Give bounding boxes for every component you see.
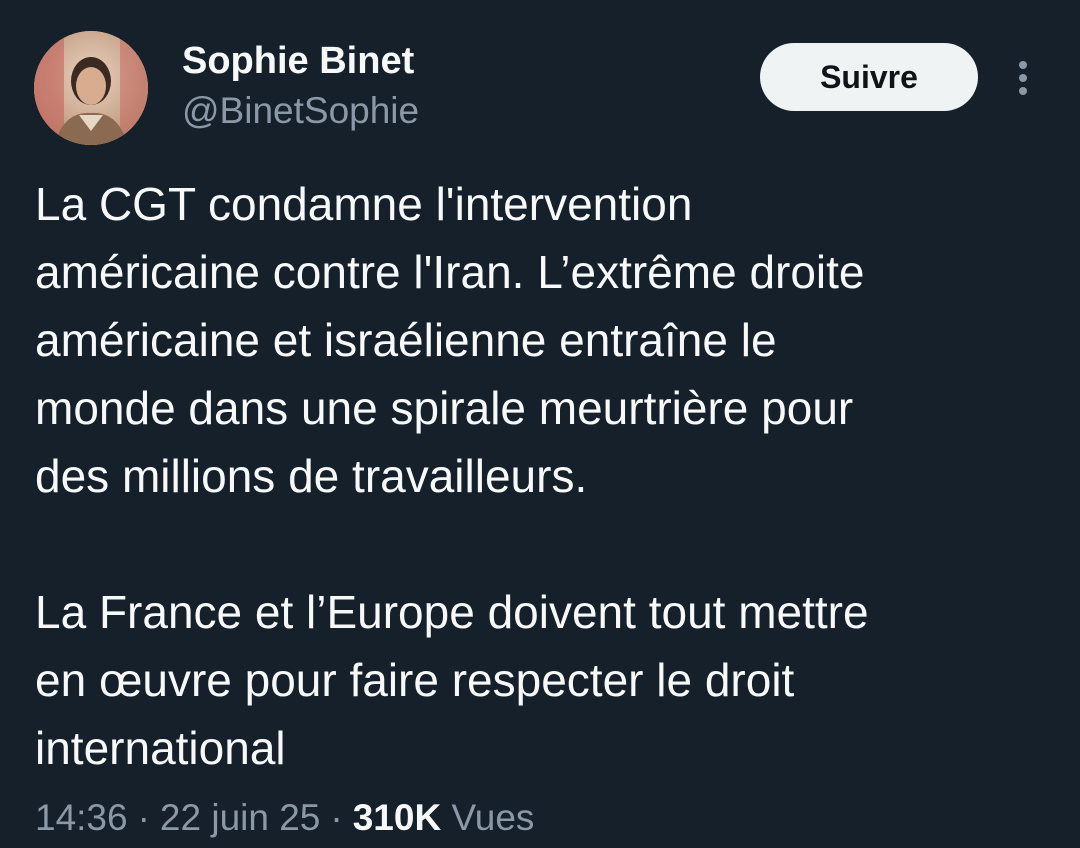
tweet-line: en œuvre pour faire respecter le droit	[35, 654, 795, 706]
tweet-line: monde dans une spirale meurtrière pour	[35, 382, 854, 434]
tweet-line: des millions de travailleurs.	[35, 450, 588, 502]
views-count[interactable]: 310K	[353, 797, 441, 838]
tweet-line: américaine contre l'Iran. L’extrême droi…	[35, 246, 865, 298]
tweet-time[interactable]: 14:36	[35, 797, 128, 838]
tweet-paragraph: La France et l’Europe doivent tout mettr…	[35, 578, 1045, 782]
more-options-button[interactable]	[1006, 58, 1040, 98]
tweet-line: international	[35, 722, 286, 774]
profile-photo-icon	[34, 31, 148, 145]
tweet-line: La CGT condamne l'intervention	[35, 178, 693, 230]
tweet-paragraph: La CGT condamne l'intervention américain…	[35, 170, 1045, 510]
tweet-text: La CGT condamne l'intervention américain…	[35, 170, 1045, 782]
avatar[interactable]	[34, 31, 148, 145]
tweet-card: Sophie Binet @BinetSophie Suivre La CGT …	[0, 0, 1080, 848]
vertical-ellipsis-icon	[1019, 61, 1027, 95]
tweet-date[interactable]: 22 juin 25	[160, 797, 320, 838]
follow-button[interactable]: Suivre	[760, 43, 978, 111]
meta-separator: ·	[330, 797, 343, 838]
meta-separator: ·	[137, 797, 150, 838]
author-handle[interactable]: @BinetSophie	[182, 88, 419, 134]
author-name[interactable]: Sophie Binet	[182, 38, 414, 84]
tweet-line: américaine et israélienne entraîne le	[35, 314, 777, 366]
views-label: Vues	[451, 797, 535, 838]
tweet-line: La France et l’Europe doivent tout mettr…	[35, 586, 869, 638]
tweet-meta: 14:36 · 22 juin 25 · 310K Vues	[35, 790, 534, 846]
